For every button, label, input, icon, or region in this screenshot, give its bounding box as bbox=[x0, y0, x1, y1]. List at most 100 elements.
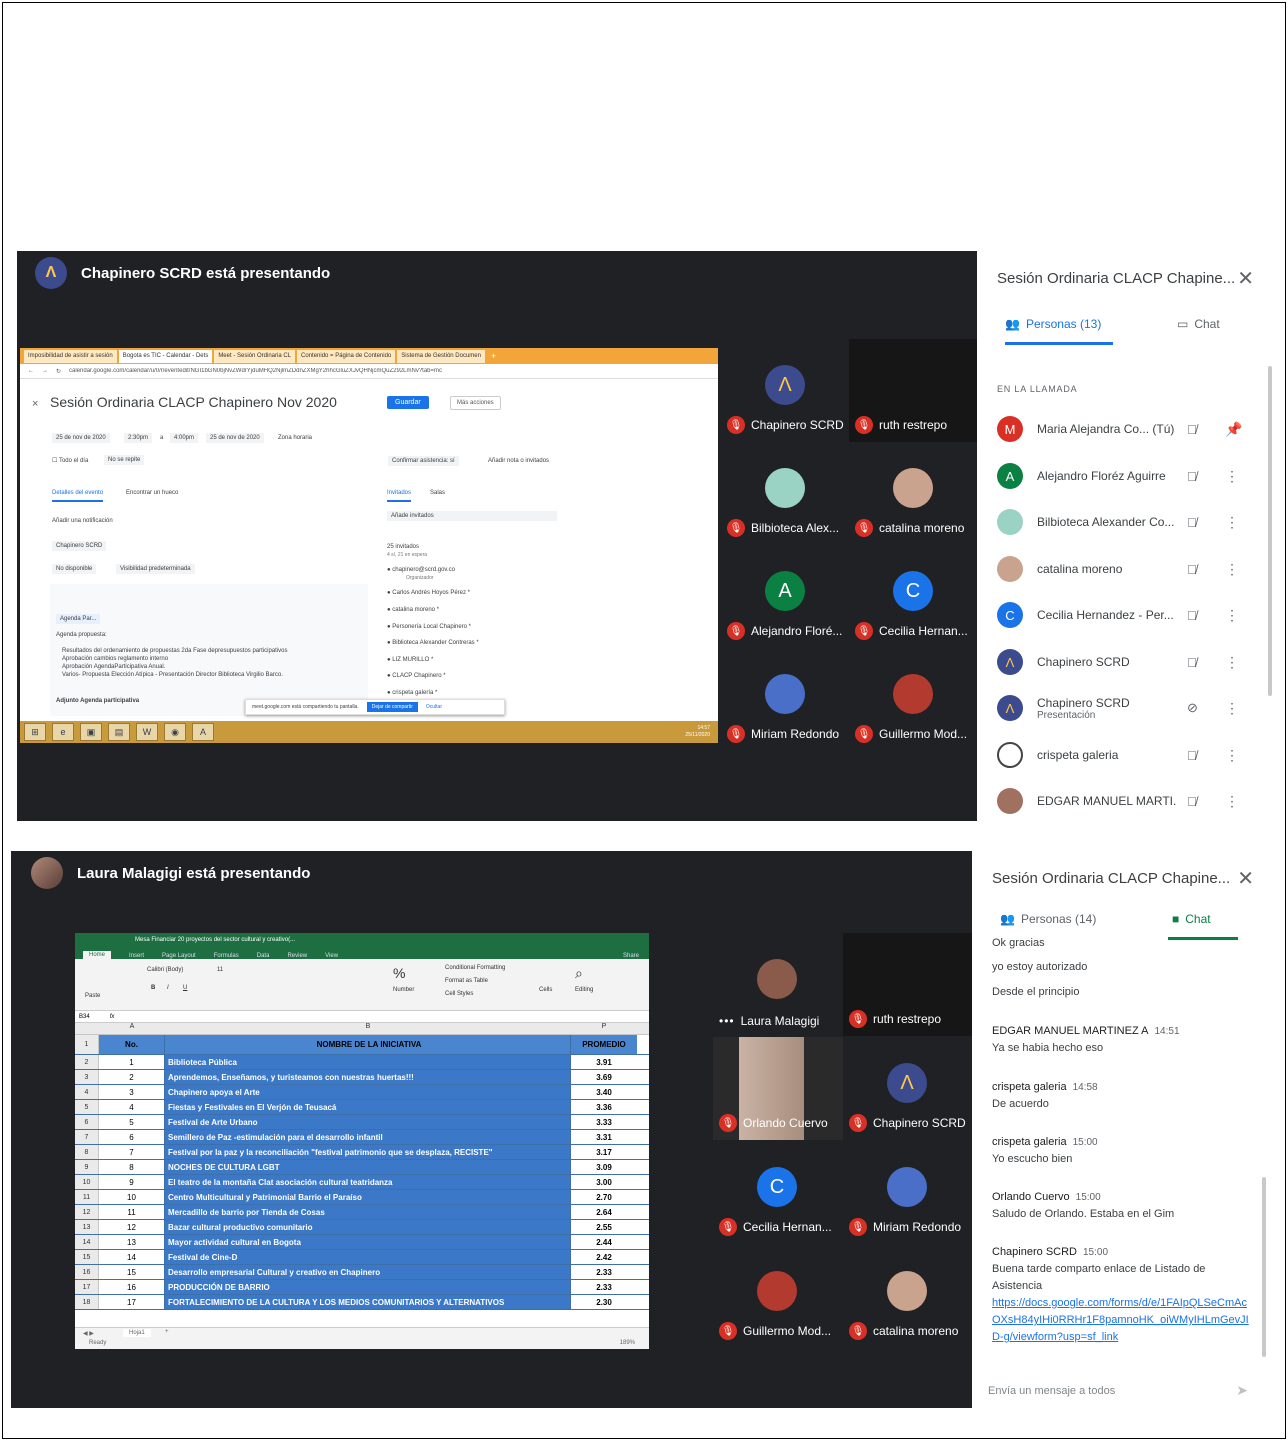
more-options-icon[interactable]: ⋮ bbox=[1225, 607, 1239, 624]
sheet-tab[interactable]: Hoja1 bbox=[123, 1329, 151, 1337]
row-number[interactable]: 13 bbox=[75, 1220, 99, 1234]
more-options-icon[interactable]: ⋮ bbox=[1225, 561, 1239, 578]
tab-find-time[interactable]: Encontrar un hueco bbox=[126, 490, 178, 496]
participant-tile[interactable]: 🎙 Orlando Cuervo bbox=[713, 1037, 843, 1140]
cell-initiative[interactable]: Semillero de Paz -estimulación para el d… bbox=[165, 1130, 571, 1144]
cell-number[interactable]: 4 bbox=[99, 1100, 165, 1114]
cell-initiative[interactable]: PRODUCCIÓN DE BARRIO bbox=[165, 1280, 571, 1294]
cell-initiative[interactable]: Festival de Arte Urbano bbox=[165, 1115, 571, 1129]
search-icon[interactable]: ⌕ bbox=[575, 965, 583, 982]
row-number[interactable]: 4 bbox=[75, 1085, 99, 1099]
person-row[interactable]: Λ Chapinero SCRD 🎙̸ ⋮ bbox=[997, 644, 1257, 680]
cell-initiative[interactable]: Festival de Cine-D bbox=[165, 1250, 571, 1264]
tab-people[interactable]: 👥 Personas (14) bbox=[1000, 912, 1096, 926]
font-name-select[interactable]: Calibri (Body) bbox=[147, 967, 183, 973]
participant-tile[interactable]: 🎙 ruth restrepo bbox=[843, 933, 972, 1036]
cell-number[interactable]: 16 bbox=[99, 1280, 165, 1294]
reload-icon[interactable]: ↻ bbox=[56, 368, 61, 375]
app-icon[interactable]: ▣ bbox=[80, 723, 102, 741]
participant-tile[interactable]: ••• Laura Malagigi bbox=[713, 933, 843, 1036]
cell-initiative[interactable]: Bazar cultural productivo comunitario bbox=[165, 1220, 571, 1234]
cell-average[interactable]: 3.00 bbox=[571, 1175, 637, 1189]
cell-average[interactable]: 3.31 bbox=[571, 1130, 637, 1144]
cell-number[interactable]: 1 bbox=[99, 1055, 165, 1069]
row-number[interactable]: 15 bbox=[75, 1250, 99, 1264]
row-number[interactable]: 8 bbox=[75, 1145, 99, 1159]
row-number[interactable]: 3 bbox=[75, 1070, 99, 1084]
row-number[interactable]: 5 bbox=[75, 1100, 99, 1114]
cell-number[interactable]: 12 bbox=[99, 1220, 165, 1234]
scrollbar[interactable] bbox=[1268, 366, 1272, 696]
corner-cell[interactable] bbox=[75, 1023, 99, 1034]
more-options-icon[interactable]: ⋮ bbox=[1225, 700, 1239, 717]
font-size-select[interactable]: 11 bbox=[217, 967, 223, 973]
person-row[interactable]: Bilbioteca Alexander Co... 🎙̸ ⋮ bbox=[997, 504, 1257, 540]
column-header[interactable]: B bbox=[165, 1023, 571, 1034]
more-options-icon[interactable]: ⋮ bbox=[1225, 793, 1239, 810]
tab-chat[interactable]: ▭ Chat bbox=[1177, 317, 1220, 331]
visibility-select[interactable]: Visibilidad predeterminada bbox=[116, 564, 195, 574]
cell-average[interactable]: 3.40 bbox=[571, 1085, 637, 1099]
cell-number[interactable]: 6 bbox=[99, 1130, 165, 1144]
cell-initiative[interactable]: Chapinero apoya el Arte bbox=[165, 1085, 571, 1099]
participant-tile[interactable]: Λ 🎙 Chapinero SCRD bbox=[843, 1037, 972, 1140]
availability-select[interactable]: No disponible bbox=[52, 564, 97, 574]
tab-event-details[interactable]: Detalles del evento bbox=[52, 490, 104, 502]
browser-tab[interactable]: Bogota es TIC - Calendar - Dets bbox=[118, 349, 213, 363]
row-number[interactable]: 12 bbox=[75, 1205, 99, 1219]
header-cell[interactable]: NOMBRE DE LA INICIATIVA bbox=[165, 1035, 571, 1054]
header-cell[interactable]: No. bbox=[99, 1035, 165, 1054]
chat-input[interactable]: Envía un mensaje a todos bbox=[988, 1385, 1248, 1397]
person-row[interactable]: EDGAR MANUEL MARTI... 🎙̸ ⋮ bbox=[997, 783, 1257, 819]
start-time[interactable]: 2:30pm bbox=[124, 433, 153, 443]
cell-initiative[interactable]: NOCHES DE CULTURA LGBT bbox=[165, 1160, 571, 1174]
browser-url-bar[interactable]: ← → ↻ calendar.google.com/calendar/u/0/r… bbox=[20, 364, 718, 379]
participant-tile[interactable]: 🎙 Guillermo Mod... bbox=[713, 1245, 843, 1348]
cell-number[interactable]: 14 bbox=[99, 1250, 165, 1264]
description-box[interactable]: Agenda Par... Agenda propuesta: Resultad… bbox=[50, 584, 368, 716]
cell-average[interactable]: 3.33 bbox=[571, 1115, 637, 1129]
formula-bar[interactable]: B34 fx bbox=[75, 1011, 649, 1023]
cell-number[interactable]: 11 bbox=[99, 1205, 165, 1219]
cell-number[interactable]: 13 bbox=[99, 1235, 165, 1249]
cell-number[interactable]: 17 bbox=[99, 1295, 165, 1309]
person-row[interactable]: M Maria Alejandra Co... (Tú) 🎙̸ 📌 bbox=[997, 411, 1257, 447]
cell-initiative[interactable]: Mayor actividad cultural en Bogota bbox=[165, 1235, 571, 1249]
event-title[interactable]: Sesión Ordinaria CLACP Chapinero Nov 202… bbox=[50, 394, 337, 410]
row-number[interactable]: 17 bbox=[75, 1280, 99, 1294]
percent-icon[interactable]: % bbox=[393, 965, 405, 981]
editing-button[interactable]: Editing bbox=[575, 987, 593, 993]
participant-tile[interactable]: 🎙 Bilbioteca Alex... bbox=[721, 442, 849, 545]
timezone-link[interactable]: Zona horaria bbox=[278, 435, 312, 441]
cell-number[interactable]: 2 bbox=[99, 1070, 165, 1084]
paste-button[interactable]: Paste bbox=[85, 993, 100, 999]
calendar-owner-select[interactable]: Chapinero SCRD bbox=[52, 541, 107, 551]
cell-average[interactable]: 3.91 bbox=[571, 1055, 637, 1069]
cell-average[interactable]: 2.64 bbox=[571, 1205, 637, 1219]
add-sheet-icon[interactable]: + bbox=[165, 1329, 169, 1335]
cell-average[interactable]: 3.17 bbox=[571, 1145, 637, 1159]
participant-tile[interactable]: C 🎙 Cecilia Hernan... bbox=[849, 545, 977, 648]
cell-initiative[interactable]: Festival por la paz y la reconciliación … bbox=[165, 1145, 571, 1159]
cell-average[interactable]: 3.69 bbox=[571, 1070, 637, 1084]
cell-average[interactable]: 2.70 bbox=[571, 1190, 637, 1204]
cell-initiative[interactable]: Mercadillo de barrio por Tienda de Cosas bbox=[165, 1205, 571, 1219]
italic-button[interactable]: I bbox=[167, 985, 169, 991]
tab-people[interactable]: 👥 Personas (13) bbox=[1005, 317, 1101, 331]
row-number[interactable]: 7 bbox=[75, 1130, 99, 1144]
hide-button[interactable]: Ocultar bbox=[426, 704, 442, 710]
participant-tile[interactable]: 🎙 ruth restrepo bbox=[849, 339, 977, 442]
row-number[interactable]: 1 bbox=[75, 1035, 99, 1054]
folder-icon[interactable]: ▤ bbox=[108, 723, 130, 741]
participant-tile[interactable]: 🎙 catalina moreno bbox=[843, 1245, 972, 1348]
repeat-select[interactable]: No se repite bbox=[104, 455, 145, 465]
chrome-icon[interactable]: ◉ bbox=[164, 723, 186, 741]
row-number[interactable]: 11 bbox=[75, 1190, 99, 1204]
row-number[interactable]: 6 bbox=[75, 1115, 99, 1129]
tab-rooms[interactable]: Salas bbox=[430, 490, 445, 496]
save-button[interactable]: Guardar bbox=[387, 396, 429, 409]
row-number[interactable]: 16 bbox=[75, 1265, 99, 1279]
row-number[interactable]: 14 bbox=[75, 1235, 99, 1249]
end-date[interactable]: 25 de nov de 2020 bbox=[206, 433, 264, 443]
column-header[interactable]: P bbox=[571, 1023, 637, 1034]
